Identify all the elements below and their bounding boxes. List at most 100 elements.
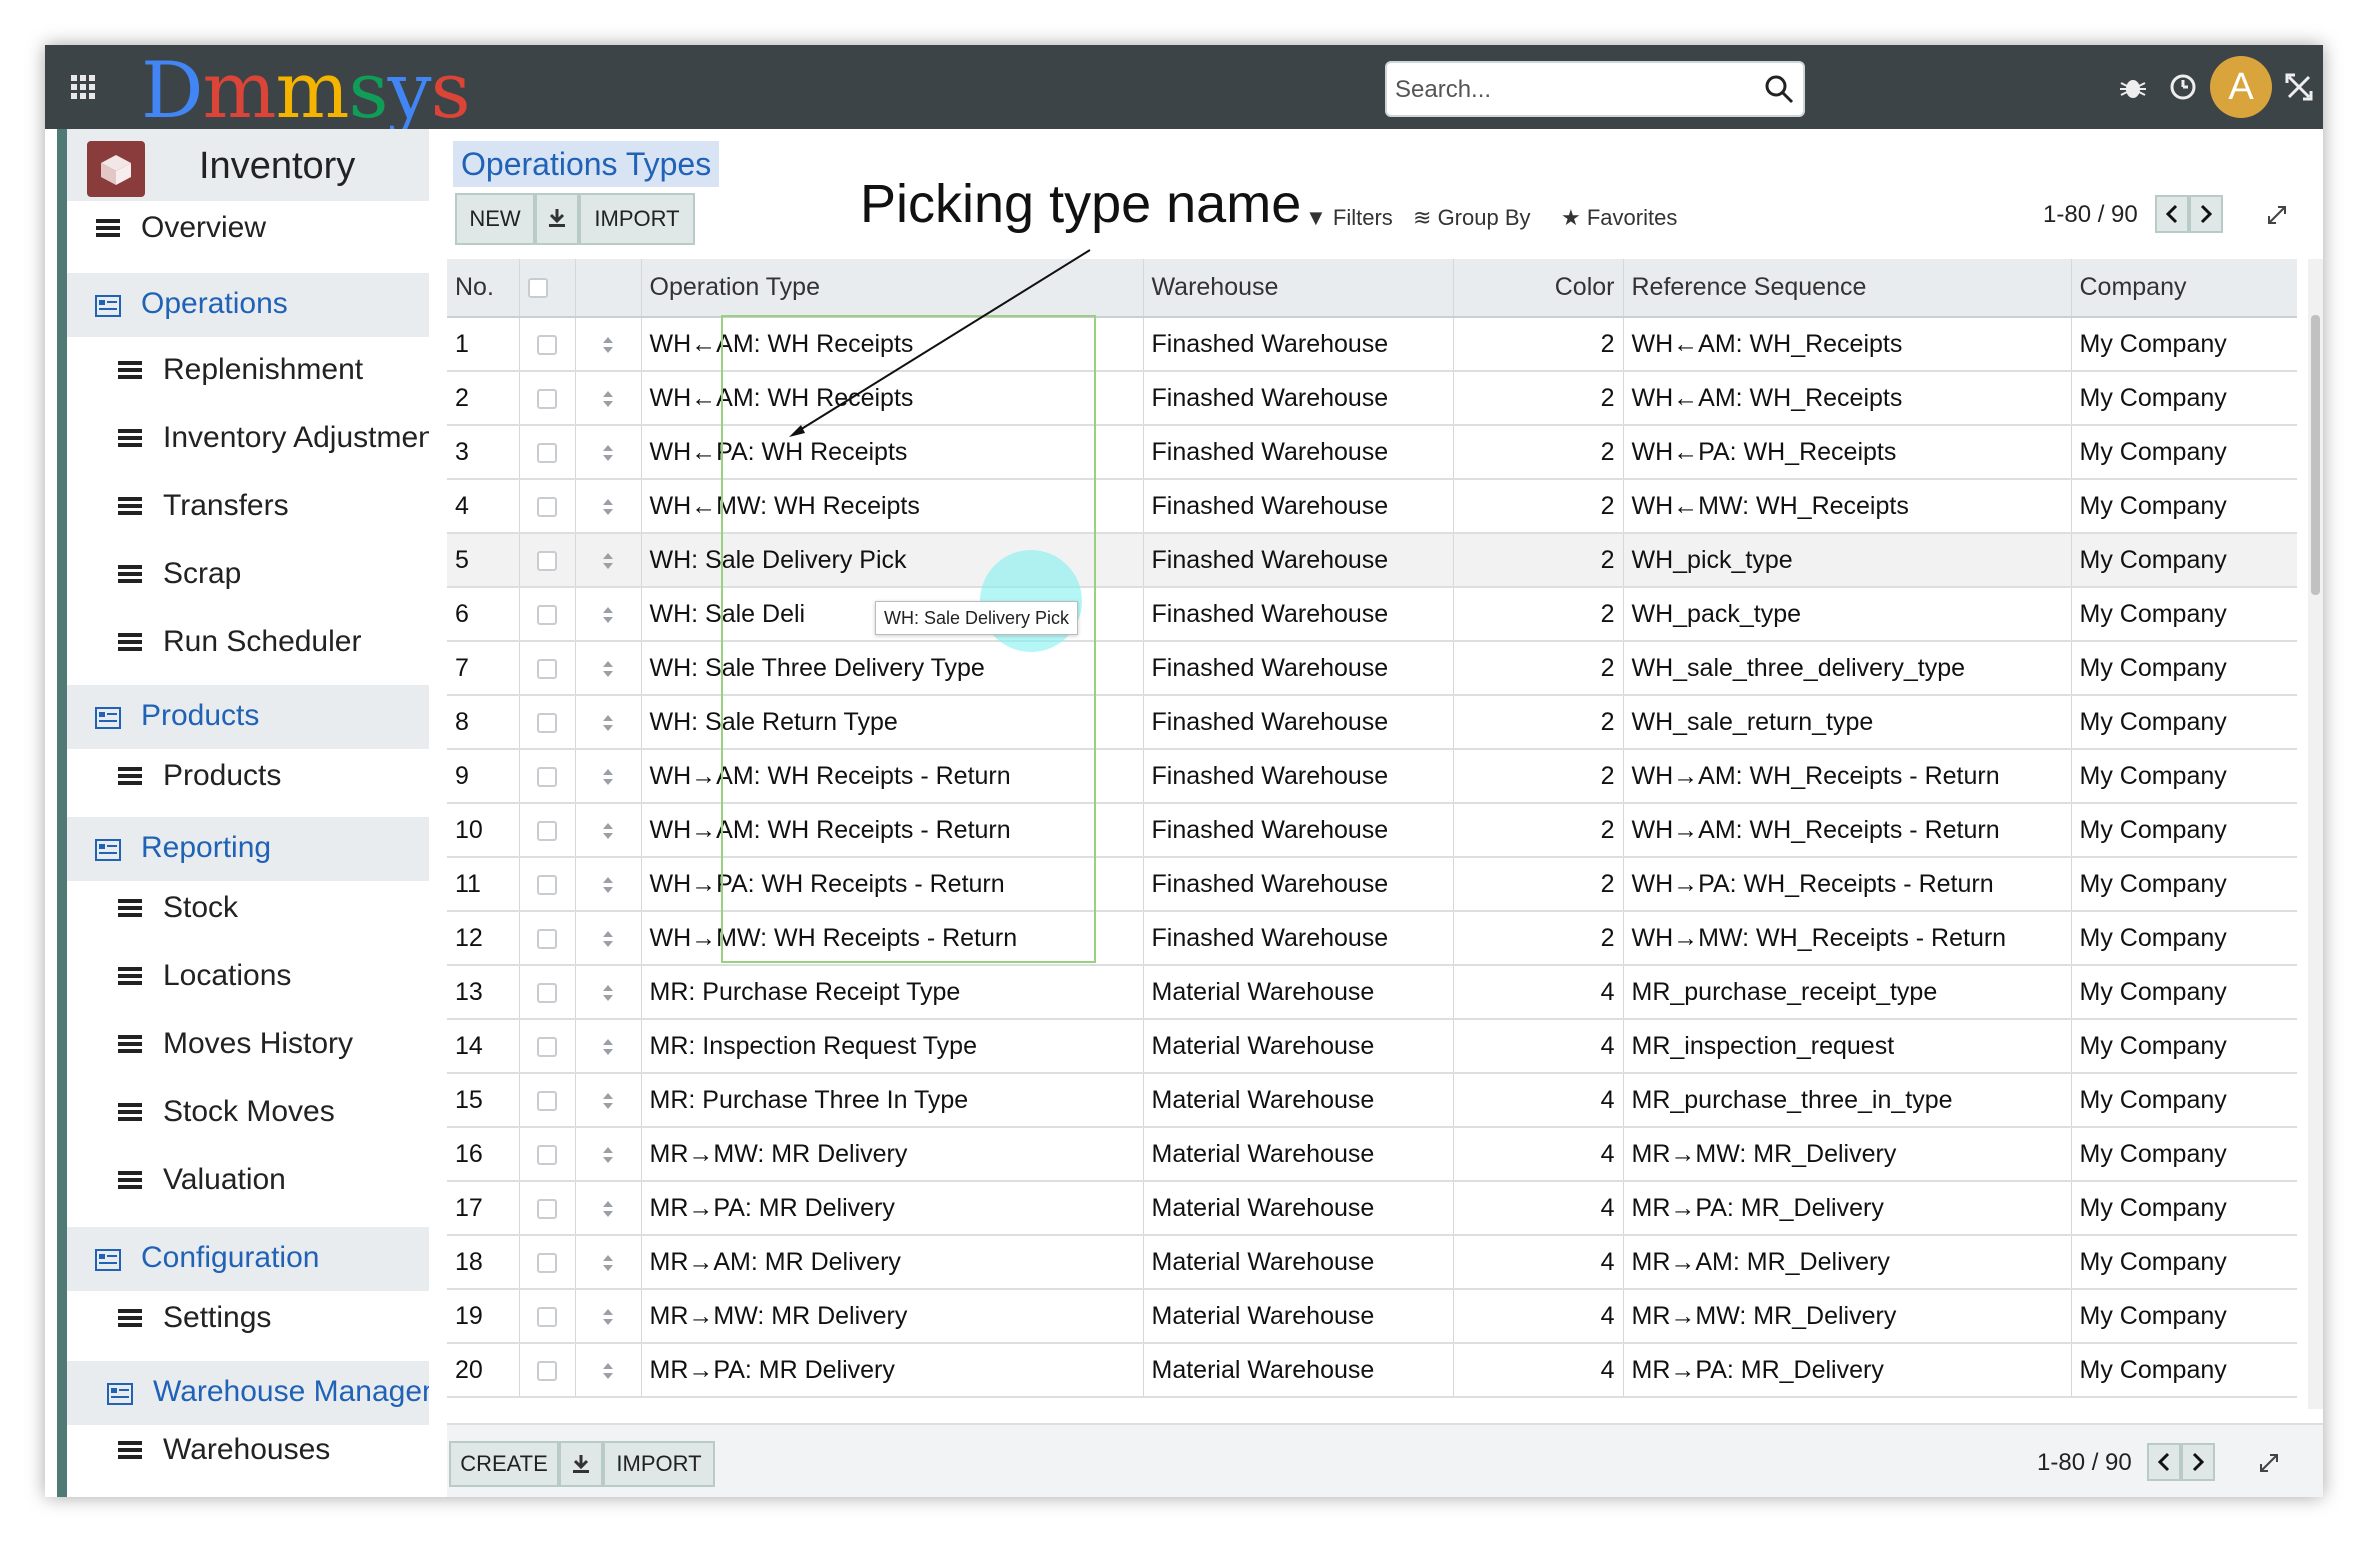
cell-handle[interactable] [575,317,642,372]
cell-warehouse[interactable]: Finashed Warehouse [1143,479,1454,534]
cell-select[interactable] [519,1289,576,1344]
cell-warehouse[interactable]: Finashed Warehouse [1143,587,1454,642]
column-header-no[interactable]: No. [447,259,520,318]
cell-handle[interactable] [575,425,642,480]
cell-company[interactable]: My Company [2071,1127,2297,1182]
table-row[interactable]: 10 WH→AM: WH Receipts - Return Finashed Wa… [447,803,2297,858]
cell-company[interactable]: My Company [2071,1019,2297,1074]
sidebar-app-header[interactable]: Inventory [67,129,429,201]
table-row[interactable]: 7 WH: Sale Three Delivery Type Finashed Wa… [447,641,2297,696]
drag-handle-icon[interactable] [600,1361,616,1381]
cell-operation-type[interactable]: WH←MW: WH Receipts [641,479,1144,534]
sidebar-section-header[interactable]: Warehouse Management [67,1361,429,1425]
table-row[interactable]: 18 MR→AM: MR Delivery Material Warehouse 4 M… [447,1235,2297,1290]
cell-operation-type[interactable]: WH: Sale Return Type [641,695,1144,750]
sidebar-section-header[interactable]: Products [67,685,429,749]
cell-operation-type[interactable]: WH→PA: WH Receipts - Return [641,857,1144,912]
cell-handle[interactable] [575,965,642,1020]
cell-warehouse[interactable]: Finashed Warehouse [1143,425,1454,480]
cell-color[interactable]: 2 [1453,371,1624,426]
cell-color[interactable]: 2 [1453,911,1624,966]
cell-select[interactable] [519,371,576,426]
drag-handle-icon[interactable] [600,1091,616,1111]
column-header-operation-type[interactable]: Operation Type [641,259,1144,318]
cell-company[interactable]: My Company [2071,965,2297,1020]
cell-color[interactable]: 4 [1453,1127,1624,1182]
drag-handle-icon[interactable] [600,335,616,355]
cell-company[interactable]: My Company [2071,749,2297,804]
expand-icon[interactable] [2265,203,2289,227]
cell-company[interactable]: My Company [2071,1235,2297,1290]
column-header-company[interactable]: Company [2071,259,2297,318]
sidebar-section-header[interactable]: Reporting [67,817,429,881]
drag-handle-icon[interactable] [600,605,616,625]
cell-handle[interactable] [575,1019,642,1074]
drag-handle-icon[interactable] [600,389,616,409]
cell-company[interactable]: My Company [2071,803,2297,858]
cell-reference-sequence[interactable]: MR→PA: MR_Delivery [1623,1343,2072,1398]
row-checkbox[interactable] [537,982,557,1003]
cell-reference-sequence[interactable]: WH_pick_type [1623,533,2072,588]
drag-handle-icon[interactable] [600,1253,616,1273]
cell-company[interactable]: My Company [2071,1181,2297,1236]
cell-color[interactable]: 4 [1453,1235,1624,1290]
breadcrumb[interactable]: Operations Types [453,141,720,187]
cell-select[interactable] [519,533,576,588]
row-checkbox[interactable] [537,334,557,355]
drag-handle-icon[interactable] [600,659,616,679]
footer-download-button[interactable] [559,1441,603,1487]
sidebar-menu-item[interactable]: Locations [67,957,429,997]
cell-select[interactable] [519,965,576,1020]
cell-select[interactable] [519,479,576,534]
cell-operation-type[interactable]: WH→AM: WH Receipts - Return [641,803,1144,858]
sidebar-menu-item[interactable]: Stock [67,889,429,929]
cell-handle[interactable] [575,749,642,804]
new-button[interactable]: NEW [455,193,535,245]
cell-reference-sequence[interactable]: WH←AM: WH_Receipts [1623,371,2072,426]
table-row[interactable]: 8 WH: Sale Return Type Finashed Warehouse 2… [447,695,2297,750]
cell-handle[interactable] [575,1073,642,1128]
cell-reference-sequence[interactable]: MR→MW: MR_Delivery [1623,1127,2072,1182]
table-row[interactable]: 17 MR→PA: MR Delivery Material Warehouse 4 M… [447,1181,2297,1236]
cell-handle[interactable] [575,803,642,858]
cell-select[interactable] [519,425,576,480]
cell-color[interactable]: 2 [1453,425,1624,480]
table-row[interactable]: 3 WH←PA: WH Receipts Finashed Warehouse 2 WH… [447,425,2297,480]
table-row[interactable]: 15 MR: Purchase Three In Type Material War… [447,1073,2297,1128]
sidebar-menu-item[interactable]: Inventory Adjustments [67,419,429,459]
cell-operation-type[interactable]: WH→AM: WH Receipts - Return [641,749,1144,804]
cell-operation-type[interactable]: WH←PA: WH Receipts [641,425,1144,480]
drag-handle-icon[interactable] [600,983,616,1003]
row-checkbox[interactable] [537,928,557,949]
sidebar-menu-item[interactable]: Stock Moves [67,1093,429,1133]
cell-select[interactable] [519,1343,576,1398]
cell-warehouse[interactable]: Material Warehouse [1143,1073,1454,1128]
cell-handle[interactable] [575,1343,642,1398]
footer-pager-next-button[interactable] [2181,1443,2215,1481]
cell-reference-sequence[interactable]: MR_purchase_three_in_type [1623,1073,2072,1128]
pager-value[interactable]: 1-80 / 90 [2043,201,2138,229]
drag-handle-icon[interactable] [600,1199,616,1219]
drag-handle-icon[interactable] [600,713,616,733]
cell-reference-sequence[interactable]: WH→AM: WH_Receipts - Return [1623,803,2072,858]
column-header-reference-sequence[interactable]: Reference Sequence [1623,259,2072,318]
cell-warehouse[interactable]: Material Warehouse [1143,1181,1454,1236]
row-checkbox[interactable] [537,496,557,517]
cell-handle[interactable] [575,371,642,426]
cell-reference-sequence[interactable]: MR_inspection_request [1623,1019,2072,1074]
footer-expand-icon[interactable] [2257,1451,2281,1475]
cell-reference-sequence[interactable]: WH_pack_type [1623,587,2072,642]
cell-select[interactable] [519,1181,576,1236]
table-row[interactable]: 5 WH: Sale Delivery Pick Finashed Warehous… [447,533,2297,588]
cell-select[interactable] [519,911,576,966]
sidebar-menu-item[interactable]: Moves History [67,1025,429,1065]
cell-company[interactable]: My Company [2071,695,2297,750]
drag-handle-icon[interactable] [600,551,616,571]
pager-next-button[interactable] [2189,195,2223,233]
cell-operation-type[interactable]: MR→PA: MR Delivery [641,1343,1144,1398]
cell-select[interactable] [519,749,576,804]
cell-color[interactable]: 2 [1453,641,1624,696]
cell-color[interactable]: 2 [1453,803,1624,858]
sidebar-menu-item[interactable]: Scrap [67,555,429,595]
cell-color[interactable]: 2 [1453,857,1624,912]
